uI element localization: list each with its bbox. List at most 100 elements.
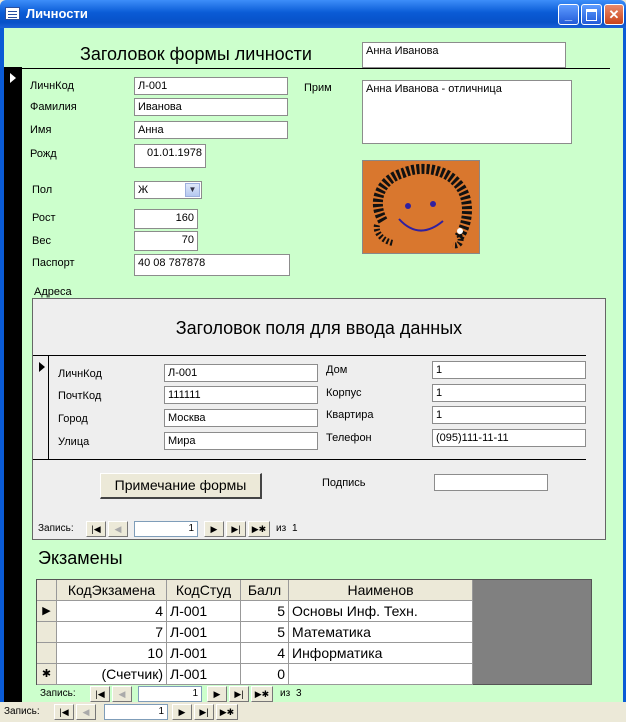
address-nav-total: 1 [292, 523, 298, 534]
photo-frame[interactable] [362, 160, 480, 254]
main-nav-prev-button[interactable]: ◀ [76, 704, 96, 720]
table-cell[interactable]: 0 [241, 664, 289, 685]
exams-nav-current-field[interactable]: 1 [138, 686, 202, 702]
address-nav-new-button[interactable]: ▶✱ [248, 521, 270, 537]
kvartira-label: Квартира [326, 409, 374, 421]
table-cell[interactable]: Л-001 [167, 601, 241, 622]
chevron-down-icon[interactable]: ▼ [185, 183, 200, 197]
pochtkod-label: ПочтКод [58, 390, 102, 402]
korpus-label: Корпус [326, 387, 362, 399]
table-cell[interactable]: 5 [241, 622, 289, 643]
window-title: Личности [26, 6, 88, 21]
lichkod-field[interactable]: Л-001 [134, 77, 288, 95]
minimize-icon: _ [564, 7, 573, 22]
prim-label: Прим [304, 82, 332, 94]
form-header-title: Заголовок формы личности [80, 44, 312, 64]
table-cell[interactable]: Л-001 [167, 643, 241, 664]
address-section-label: Адреса [34, 286, 72, 298]
familia-field[interactable]: Иванова [134, 98, 288, 116]
pasport-field[interactable]: 40 08 787878 [134, 254, 290, 276]
address-nav-prev-button[interactable]: ◀ [108, 521, 128, 537]
ulica-field[interactable]: Мира [164, 432, 318, 450]
signature-field[interactable] [434, 474, 548, 491]
table-cell[interactable]: 10 [57, 643, 167, 664]
exams-nav-prev-button[interactable]: ◀ [112, 686, 132, 702]
record-selector-strip[interactable] [4, 67, 22, 702]
addr-lichkod-field[interactable]: Л-001 [164, 364, 318, 382]
telefon-label: Телефон [326, 432, 372, 444]
table-cell[interactable]: 4 [241, 643, 289, 664]
rozhd-field[interactable]: 01.01.1978 [134, 144, 206, 168]
window-titlebar[interactable]: Личности _ ✕ [0, 0, 626, 28]
header-name-field[interactable]: Анна Иванова [362, 42, 566, 68]
maximize-button[interactable] [581, 4, 602, 25]
gorod-field[interactable]: Москва [164, 409, 318, 427]
select-all-corner[interactable] [37, 580, 57, 601]
column-header[interactable]: Наименов [289, 580, 473, 601]
dom-field[interactable]: 1 [432, 361, 586, 379]
exams-nav-label: Запись: [40, 688, 76, 699]
main-nav-next-button[interactable]: ▶ [172, 704, 192, 720]
korpus-field[interactable]: 1 [432, 384, 586, 402]
imya-field[interactable]: Анна [134, 121, 288, 139]
main-nav-last-button[interactable]: ▶| [194, 704, 214, 720]
table-cell[interactable]: 4 [57, 601, 167, 622]
current-record-arrow-icon [10, 73, 16, 83]
address-detail-divider [33, 459, 586, 460]
address-record-selector[interactable] [33, 356, 49, 460]
rost-field[interactable]: 160 [134, 209, 198, 229]
exams-nav-last-button[interactable]: ▶| [229, 686, 249, 702]
row-selector[interactable] [37, 643, 57, 664]
pol-dropdown[interactable]: Ж ▼ [134, 181, 202, 199]
telefon-field[interactable]: (095)111-11-11 [432, 429, 586, 447]
row-selector[interactable]: ▶ [37, 601, 57, 622]
address-header-title: Заголовок поля для ввода данных [175, 318, 463, 338]
ves-field[interactable]: 70 [134, 231, 198, 251]
table-cell[interactable]: Л-001 [167, 664, 241, 685]
table-cell[interactable]: 7 [57, 622, 167, 643]
imya-label: Имя [30, 124, 52, 136]
main-nav-new-button[interactable]: ▶✱ [216, 704, 238, 720]
rost-label: Рост [32, 212, 56, 224]
table-cell[interactable]: (Счетчик) [57, 664, 167, 685]
lichkod-label: ЛичнКод [30, 80, 74, 92]
table-cell[interactable]: Л-001 [167, 622, 241, 643]
column-header[interactable]: Балл [241, 580, 289, 601]
form-note-button[interactable]: Примечание формы [100, 473, 262, 499]
maximize-icon [586, 9, 597, 21]
main-nav-current-field[interactable]: 1 [104, 704, 168, 720]
column-header[interactable]: КодЭкзамена [57, 580, 167, 601]
minimize-button[interactable]: _ [558, 4, 579, 25]
address-header-divider [33, 355, 586, 356]
exams-nav-first-button[interactable]: |◀ [90, 686, 110, 702]
exams-nav-new-button[interactable]: ▶✱ [251, 686, 273, 702]
close-button[interactable]: ✕ [604, 4, 624, 25]
table-cell[interactable]: Математика [289, 622, 473, 643]
dom-label: Дом [326, 364, 348, 376]
address-nav-first-button[interactable]: |◀ [86, 521, 106, 537]
table-cell[interactable] [289, 664, 473, 685]
pol-label: Пол [32, 184, 53, 196]
pochtkod-field[interactable]: 111111 [164, 386, 318, 404]
row-selector[interactable]: ✱ [37, 664, 57, 685]
address-nav-last-button[interactable]: ▶| [226, 521, 246, 537]
familia-label: Фамилия [30, 101, 77, 113]
close-icon: ✕ [608, 7, 620, 22]
table-cell[interactable]: Информатика [289, 643, 473, 664]
table-cell[interactable]: Основы Инф. Техн. [289, 601, 473, 622]
exams-title: Экзамены [38, 548, 123, 568]
prim-field[interactable]: Анна Иванова - отличница [362, 80, 572, 144]
gorod-label: Город [58, 413, 88, 425]
table-cell[interactable]: 5 [241, 601, 289, 622]
main-nav-label: Запись: [4, 706, 40, 717]
column-header[interactable]: КодСтуд [167, 580, 241, 601]
kvartira-field[interactable]: 1 [432, 406, 586, 424]
pol-value: Ж [138, 184, 149, 196]
exams-nav-next-button[interactable]: ▶ [207, 686, 227, 702]
address-current-record-arrow-icon [39, 362, 45, 372]
main-nav-first-button[interactable]: |◀ [54, 704, 74, 720]
smiley-face-icon [363, 161, 479, 253]
row-selector[interactable] [37, 622, 57, 643]
address-nav-next-button[interactable]: ▶ [204, 521, 224, 537]
address-nav-current-field[interactable]: 1 [134, 521, 198, 537]
